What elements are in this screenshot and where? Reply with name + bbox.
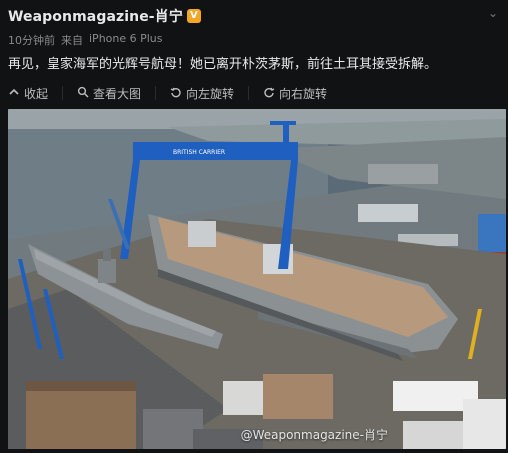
post-source[interactable]: iPhone 6 Plus <box>89 32 163 48</box>
author-name[interactable]: Weaponmagazine-肖宁 <box>8 6 183 26</box>
shipyard-photo: BRITISH CARRIER <box>8 109 506 449</box>
view-large-button[interactable]: 查看大图 <box>77 85 141 102</box>
post-time[interactable]: 10分钟前 <box>8 32 55 48</box>
arrow-up-icon <box>8 86 20 101</box>
author-row: Weaponmagazine-肖宁 V <box>8 6 500 26</box>
post-meta: 10分钟前 来自 iPhone 6 Plus <box>8 32 500 48</box>
rotate-right-button[interactable]: 向右旋转 <box>263 85 327 102</box>
toolbar-separator <box>155 86 157 100</box>
toolbar-separator <box>248 86 250 100</box>
collapse-button[interactable]: 收起 <box>8 85 48 102</box>
view-large-label: 查看大图 <box>93 86 142 101</box>
image-toolbar: 收起 查看大图 向左旋转 向右旋转 <box>8 80 500 106</box>
rotate-right-icon <box>263 86 275 101</box>
post-header: Weaponmagazine-肖宁 V ⌄ 10分钟前 来自 iPhone 6 … <box>8 6 500 50</box>
post-image[interactable]: BRITISH CARRIER @Weaponmagazine-肖宁 <box>8 109 506 449</box>
rotate-right-label: 向右旋转 <box>279 86 328 101</box>
image-watermark: @Weaponmagazine-肖宁 <box>240 428 388 442</box>
weibo-post: Weaponmagazine-肖宁 V ⌄ 10分钟前 来自 iPhone 6 … <box>0 0 508 453</box>
verified-badge-icon: V <box>186 9 201 23</box>
rotate-left-icon <box>170 86 182 101</box>
collapse-label: 收起 <box>24 86 49 101</box>
toolbar-separator <box>62 86 64 100</box>
crane-sign: BRITISH CARRIER <box>173 149 225 156</box>
chevron-down-icon[interactable]: ⌄ <box>486 6 500 20</box>
rotate-left-button[interactable]: 向左旋转 <box>170 85 234 102</box>
post-source-prefix: 来自 <box>61 34 83 47</box>
rotate-left-label: 向左旋转 <box>186 86 235 101</box>
post-text: 再见，皇家海军的光辉号航母！她已离开朴茨茅斯，前往土耳其接受拆解。 <box>8 57 438 72</box>
magnifier-icon <box>77 86 89 101</box>
